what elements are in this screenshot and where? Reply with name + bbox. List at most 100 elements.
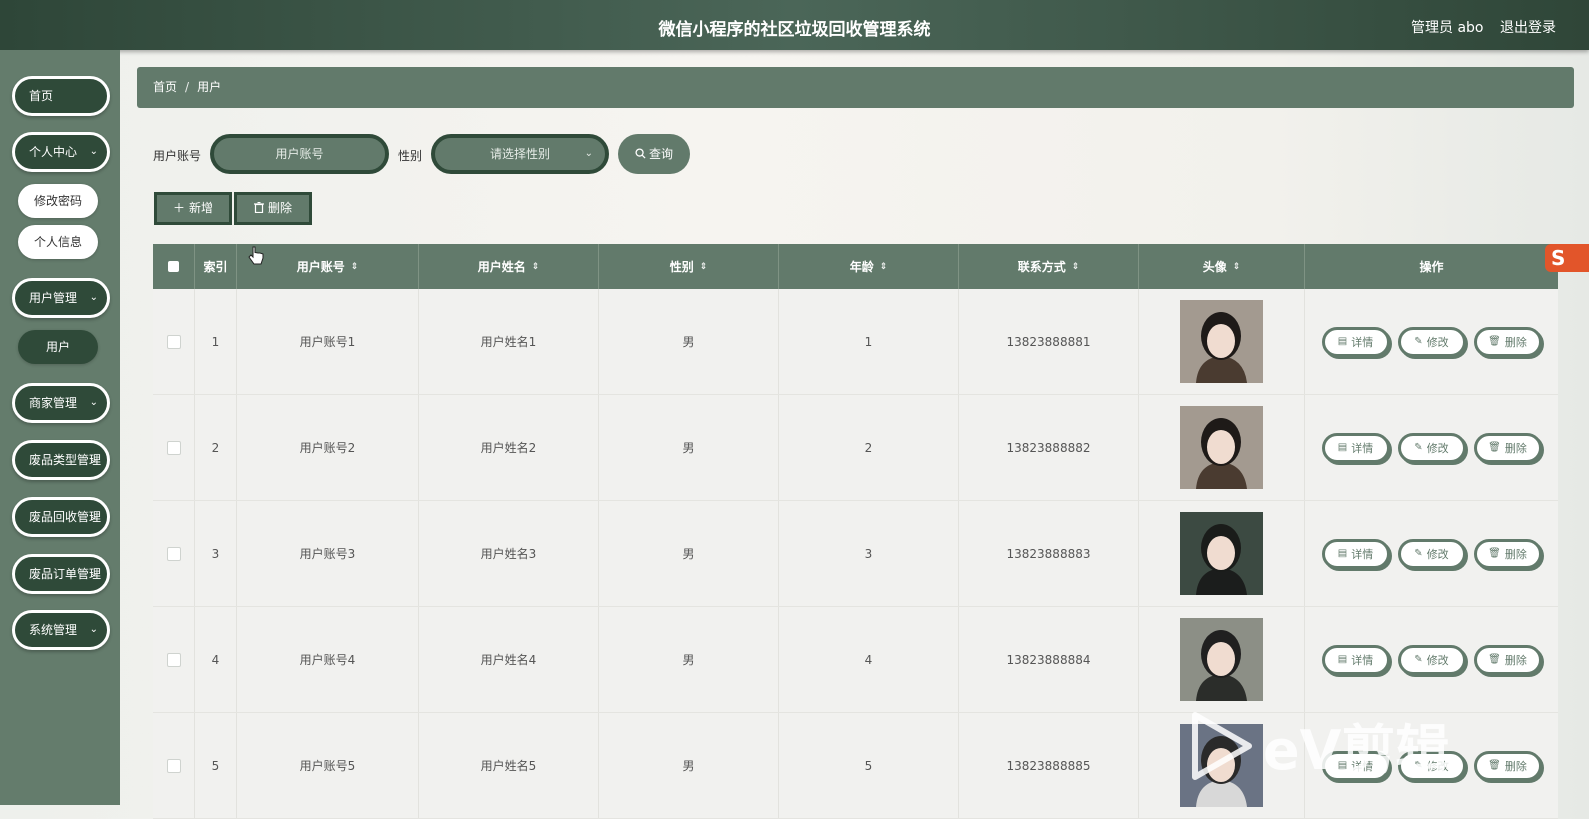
sort-icon[interactable]: ⇕	[1072, 262, 1080, 272]
avatar[interactable]	[1180, 512, 1263, 595]
sort-icon[interactable]: ⇕	[700, 262, 708, 272]
delete-button[interactable]: 🗑 删除	[1473, 538, 1542, 569]
table-row: 3 用户账号3 用户姓名3 男 3 13823888883 ▤ 详情 ✎ 修改 🗑 删除	[153, 501, 1558, 607]
delete-button[interactable]: 🗑 删除	[1473, 644, 1542, 675]
header-name[interactable]: 用户姓名 ⇕	[419, 244, 599, 289]
cell-name: 用户姓名4	[419, 607, 599, 712]
detail-button-label: 详情	[1351, 547, 1374, 561]
detail-button[interactable]: ▤ 详情	[1321, 538, 1390, 569]
delete-button-label: 删除	[1504, 653, 1527, 667]
logout-link[interactable]: 退出登录	[1500, 17, 1556, 37]
sort-icon[interactable]: ⇕	[351, 262, 359, 272]
pencil-icon: ✎	[1414, 336, 1423, 347]
video-watermark: eV剪辑	[1187, 706, 1449, 785]
cell-gender: 男	[599, 289, 779, 394]
sort-icon[interactable]: ⇕	[532, 262, 540, 272]
breadcrumb-home[interactable]: 首页	[153, 80, 177, 94]
edit-button-label: 修改	[1426, 653, 1449, 667]
header-label: 头像	[1202, 260, 1227, 274]
table-row: 4 用户账号4 用户姓名4 男 4 13823888884 ▤ 详情 ✎ 修改 🗑 删除	[153, 607, 1558, 713]
query-button[interactable]: 查询	[618, 134, 690, 174]
batch-delete-button[interactable]: 删除	[234, 192, 312, 225]
row-checkbox[interactable]	[166, 758, 181, 773]
edit-button[interactable]: ✎ 修改	[1397, 538, 1466, 569]
header-age[interactable]: 年龄 ⇕	[779, 244, 959, 289]
header-label: 性别	[669, 260, 694, 274]
cell-phone: 13823888883	[959, 501, 1139, 606]
detail-button[interactable]: ▤ 详情	[1321, 432, 1390, 463]
detail-button-label: 详情	[1351, 335, 1374, 349]
header-gender[interactable]: 性别 ⇕	[599, 244, 779, 289]
avatar[interactable]	[1180, 300, 1263, 383]
trash-icon: 🗑	[1488, 654, 1501, 665]
play-icon	[1192, 711, 1252, 780]
sidebar-item-system-management[interactable]: 系统管理 ⌄	[12, 610, 110, 650]
avatar[interactable]	[1180, 618, 1263, 701]
trash-icon: 🗑	[1488, 548, 1501, 559]
cell-account: 用户账号5	[237, 713, 419, 818]
header-account[interactable]: 用户账号 ⇕	[237, 244, 419, 289]
row-checkbox[interactable]	[166, 546, 181, 561]
delete-button[interactable]: 🗑 删除	[1473, 750, 1542, 781]
cell-avatar	[1139, 395, 1305, 500]
edit-button[interactable]: ✎ 修改	[1397, 432, 1466, 463]
cell-actions: ▤ 详情 ✎ 修改 🗑 删除	[1305, 501, 1558, 606]
cell-actions: ▤ 详情 ✎ 修改 🗑 删除	[1305, 289, 1558, 394]
sidebar-item-label: 首页	[29, 89, 54, 103]
sidebar-item-user[interactable]: 用户	[18, 330, 98, 364]
sidebar-item-merchant-management[interactable]: 商家管理 ⌄	[12, 383, 110, 423]
header-label: 用户账号	[296, 260, 345, 274]
detail-button[interactable]: ▤ 详情	[1321, 326, 1390, 357]
pencil-icon: ✎	[1414, 548, 1423, 559]
detail-button-label: 详情	[1351, 653, 1374, 667]
cell-gender: 男	[599, 607, 779, 712]
sidebar: 首页 个人中心 ⌄ 修改密码 个人信息 用户管理 ⌄ 用户 商家管理 ⌄ 废品类型管理…	[0, 50, 120, 805]
cell-age: 1	[779, 289, 959, 394]
add-button[interactable]: ＋ 新增	[154, 192, 232, 225]
document-icon: ▤	[1337, 654, 1348, 665]
row-checkbox[interactable]	[166, 440, 181, 455]
search-icon	[635, 148, 646, 159]
select-all-cell	[153, 244, 195, 289]
sidebar-item-personal-info[interactable]: 个人信息	[18, 225, 98, 259]
account-search-label: 用户账号	[153, 149, 202, 163]
app-title: 微信小程序的社区垃圾回收管理系统	[658, 20, 931, 40]
header-phone[interactable]: 联系方式 ⇕	[959, 244, 1139, 289]
hand-cursor-icon	[248, 246, 264, 265]
cell-phone: 13823888885	[959, 713, 1139, 818]
cell-name: 用户姓名1	[419, 289, 599, 394]
top-header: 微信小程序的社区垃圾回收管理系统 管理员 abo 退出登录	[0, 0, 1589, 50]
trash-icon: 🗑	[1488, 442, 1501, 453]
sidebar-item-change-password[interactable]: 修改密码	[18, 184, 98, 218]
sidebar-item-waste-recycle-management[interactable]: 废品回收管理 ⌄	[12, 497, 110, 537]
sidebar-item-label: 商家管理	[29, 396, 78, 410]
sidebar-item-personal-center[interactable]: 个人中心 ⌄	[12, 132, 110, 172]
delete-button[interactable]: 🗑 删除	[1473, 326, 1542, 357]
cell-actions: ▤ 详情 ✎ 修改 🗑 删除	[1305, 395, 1558, 500]
gender-select[interactable]: 请选择性别 ⌄	[431, 134, 609, 174]
avatar[interactable]	[1180, 406, 1263, 489]
sort-icon[interactable]: ⇕	[1233, 262, 1241, 272]
delete-button[interactable]: 🗑 删除	[1473, 432, 1542, 463]
sort-icon[interactable]: ⇕	[880, 262, 888, 272]
pencil-icon: ✎	[1414, 442, 1423, 453]
breadcrumb-current: 用户	[197, 80, 222, 94]
sidebar-item-home[interactable]: 首页	[12, 76, 110, 116]
detail-button[interactable]: ▤ 详情	[1321, 644, 1390, 675]
sidebar-item-waste-type-management[interactable]: 废品类型管理 ⌄	[12, 440, 110, 480]
edit-button[interactable]: ✎ 修改	[1397, 326, 1466, 357]
row-checkbox[interactable]	[166, 652, 181, 667]
row-select-cell	[153, 501, 195, 606]
cell-phone: 13823888884	[959, 607, 1139, 712]
header-avatar[interactable]: 头像 ⇕	[1139, 244, 1305, 289]
sogou-ime-badge[interactable]: S	[1545, 244, 1589, 272]
header-label: 年龄	[849, 260, 874, 274]
sidebar-item-user-management[interactable]: 用户管理 ⌄	[12, 278, 110, 318]
row-checkbox[interactable]	[166, 334, 181, 349]
select-all-checkbox[interactable]	[168, 261, 179, 272]
cell-avatar	[1139, 289, 1305, 394]
sidebar-item-waste-order-management[interactable]: 废品订单管理 ⌄	[12, 554, 110, 594]
edit-button[interactable]: ✎ 修改	[1397, 644, 1466, 675]
edit-button-label: 修改	[1426, 441, 1449, 455]
account-search-input[interactable]: 用户账号	[210, 134, 389, 174]
